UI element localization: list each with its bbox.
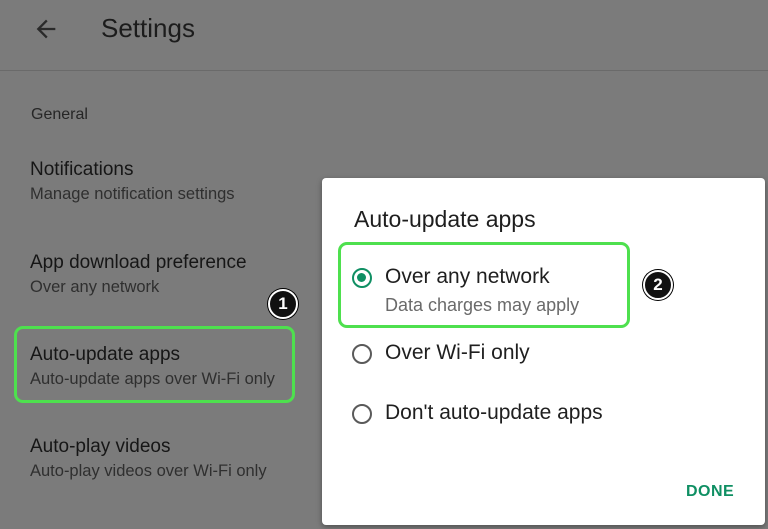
step-badge-2: 2 bbox=[643, 270, 673, 300]
step-badge-1: 1 bbox=[268, 289, 298, 319]
radio-selected-icon[interactable] bbox=[352, 268, 372, 288]
app-bar: Settings bbox=[0, 0, 768, 70]
setting-title: App download preference bbox=[30, 252, 247, 273]
highlight-box bbox=[14, 326, 295, 403]
setting-title: Notifications bbox=[30, 159, 134, 180]
setting-auto-play-videos[interactable]: Auto-play videos Auto-play videos over W… bbox=[30, 436, 267, 481]
option-over-wifi-only[interactable]: Over Wi-Fi only bbox=[352, 341, 530, 365]
option-sublabel: Data charges may apply bbox=[385, 295, 580, 315]
page-title: Settings bbox=[101, 13, 195, 43]
radio-unselected-icon[interactable] bbox=[352, 404, 372, 424]
done-button[interactable]: DONE bbox=[686, 483, 734, 501]
setting-subtitle: Auto-play videos over Wi-Fi only bbox=[30, 462, 267, 480]
setting-notifications[interactable]: Notifications Manage notification settin… bbox=[30, 159, 235, 204]
setting-subtitle: Manage notification settings bbox=[30, 185, 235, 203]
option-over-any-network[interactable]: Over any network Data charges may apply bbox=[352, 265, 579, 316]
dialog-title: Auto-update apps bbox=[354, 206, 536, 232]
option-label: Don't auto-update apps bbox=[385, 401, 603, 424]
setting-title: Auto-play videos bbox=[30, 436, 171, 457]
auto-update-dialog: Auto-update apps Over any network Data c… bbox=[322, 178, 765, 525]
section-header-general: General bbox=[31, 106, 88, 123]
option-dont-auto-update[interactable]: Don't auto-update apps bbox=[352, 401, 603, 425]
option-label: Over any network bbox=[385, 265, 550, 288]
setting-subtitle: Over any network bbox=[30, 278, 160, 296]
divider bbox=[0, 70, 768, 71]
radio-unselected-icon[interactable] bbox=[352, 344, 372, 364]
arrow-left-icon[interactable] bbox=[32, 15, 60, 43]
option-label: Over Wi-Fi only bbox=[385, 341, 530, 364]
setting-app-download-preference[interactable]: App download preference Over any network bbox=[30, 252, 247, 297]
